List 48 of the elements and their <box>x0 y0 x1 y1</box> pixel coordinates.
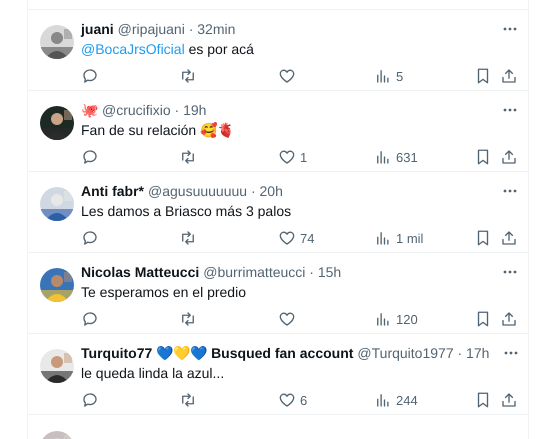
reply-icon[interactable] <box>81 229 99 247</box>
repost-icon[interactable] <box>179 229 197 247</box>
user-name[interactable]: Turquito77 💙💛💙 Busqued fan account <box>81 345 354 361</box>
tweet-text: es por acá <box>188 41 254 57</box>
handle-time: @agusuuuuuuu · 20h <box>148 183 283 199</box>
handle-time: @burrimatteucci · 15h <box>203 264 342 280</box>
tweet-text: Fan de su relación 🥰🫀 <box>81 121 236 140</box>
user-name[interactable]: juani <box>81 21 114 37</box>
tweet-card[interactable]: juani @ripajuani · 32min @BocaJrsOficial es por acá 5 <box>28 9 528 90</box>
tweet-card[interactable]: Nicolas Matteucci @burrimatteucci · 15h Te esperamos en el predio 120 <box>28 252 528 333</box>
share-icon[interactable] <box>500 229 518 247</box>
repost-icon[interactable] <box>179 391 197 409</box>
view-count: 120 <box>396 312 418 326</box>
view-count: 244 <box>396 392 418 408</box>
heart-icon[interactable] <box>278 148 296 166</box>
user-name[interactable]: Nicolas Matteucci <box>81 264 200 280</box>
heart-icon[interactable] <box>278 391 296 409</box>
handle-time: @Turquito1977 · 17h <box>357 345 490 361</box>
share-icon[interactable] <box>500 148 518 166</box>
handle-time: @crucifixio · 19h <box>102 102 206 118</box>
share-icon[interactable] <box>500 67 518 85</box>
view-count: 631 <box>396 150 418 164</box>
tweet-card[interactable]: Anti fabr* @agusuuuuuuu · 20h Les damos a Briasco más 3 palos 74 1 mil <box>28 171 528 252</box>
like-count: 6 <box>300 392 308 408</box>
user-name[interactable]: Anti fabr* <box>81 183 144 199</box>
reply-icon[interactable] <box>81 67 99 85</box>
share-icon[interactable] <box>500 391 518 409</box>
tweet-text: Te esperamos en el predio <box>81 283 247 302</box>
reply-icon[interactable] <box>81 310 99 328</box>
tweet-text: le queda linda la azul... <box>81 364 226 383</box>
like-count: 74 <box>300 230 314 246</box>
handle-time: @ripajuani · 32min <box>118 21 236 37</box>
user-name[interactable]: 🐙 <box>81 102 98 118</box>
heart-icon[interactable] <box>278 67 296 85</box>
heart-icon[interactable] <box>278 229 296 247</box>
repost-icon[interactable] <box>179 67 197 85</box>
tweet-text: Les damos a Briasco más 3 palos <box>81 202 292 221</box>
repost-icon[interactable] <box>179 310 197 328</box>
view-count: 5 <box>396 68 404 84</box>
tweet-card[interactable]: Turquito77 💙💛💙 Busqued fan account @Turquito1977 · 17h le queda linda la azul... 6 244 <box>28 333 528 414</box>
reply-icon[interactable] <box>81 391 99 409</box>
share-icon[interactable] <box>500 310 518 328</box>
repost-icon[interactable] <box>179 148 197 166</box>
view-count: 1 mil <box>396 230 424 246</box>
heart-icon[interactable] <box>278 310 296 328</box>
tweet-card[interactable]: 🐙 @crucifixio · 19h Fan de su relación 🥰🫀 1 631 <box>28 90 528 171</box>
reply-icon[interactable] <box>81 148 99 166</box>
like-count: 1 <box>300 150 308 164</box>
